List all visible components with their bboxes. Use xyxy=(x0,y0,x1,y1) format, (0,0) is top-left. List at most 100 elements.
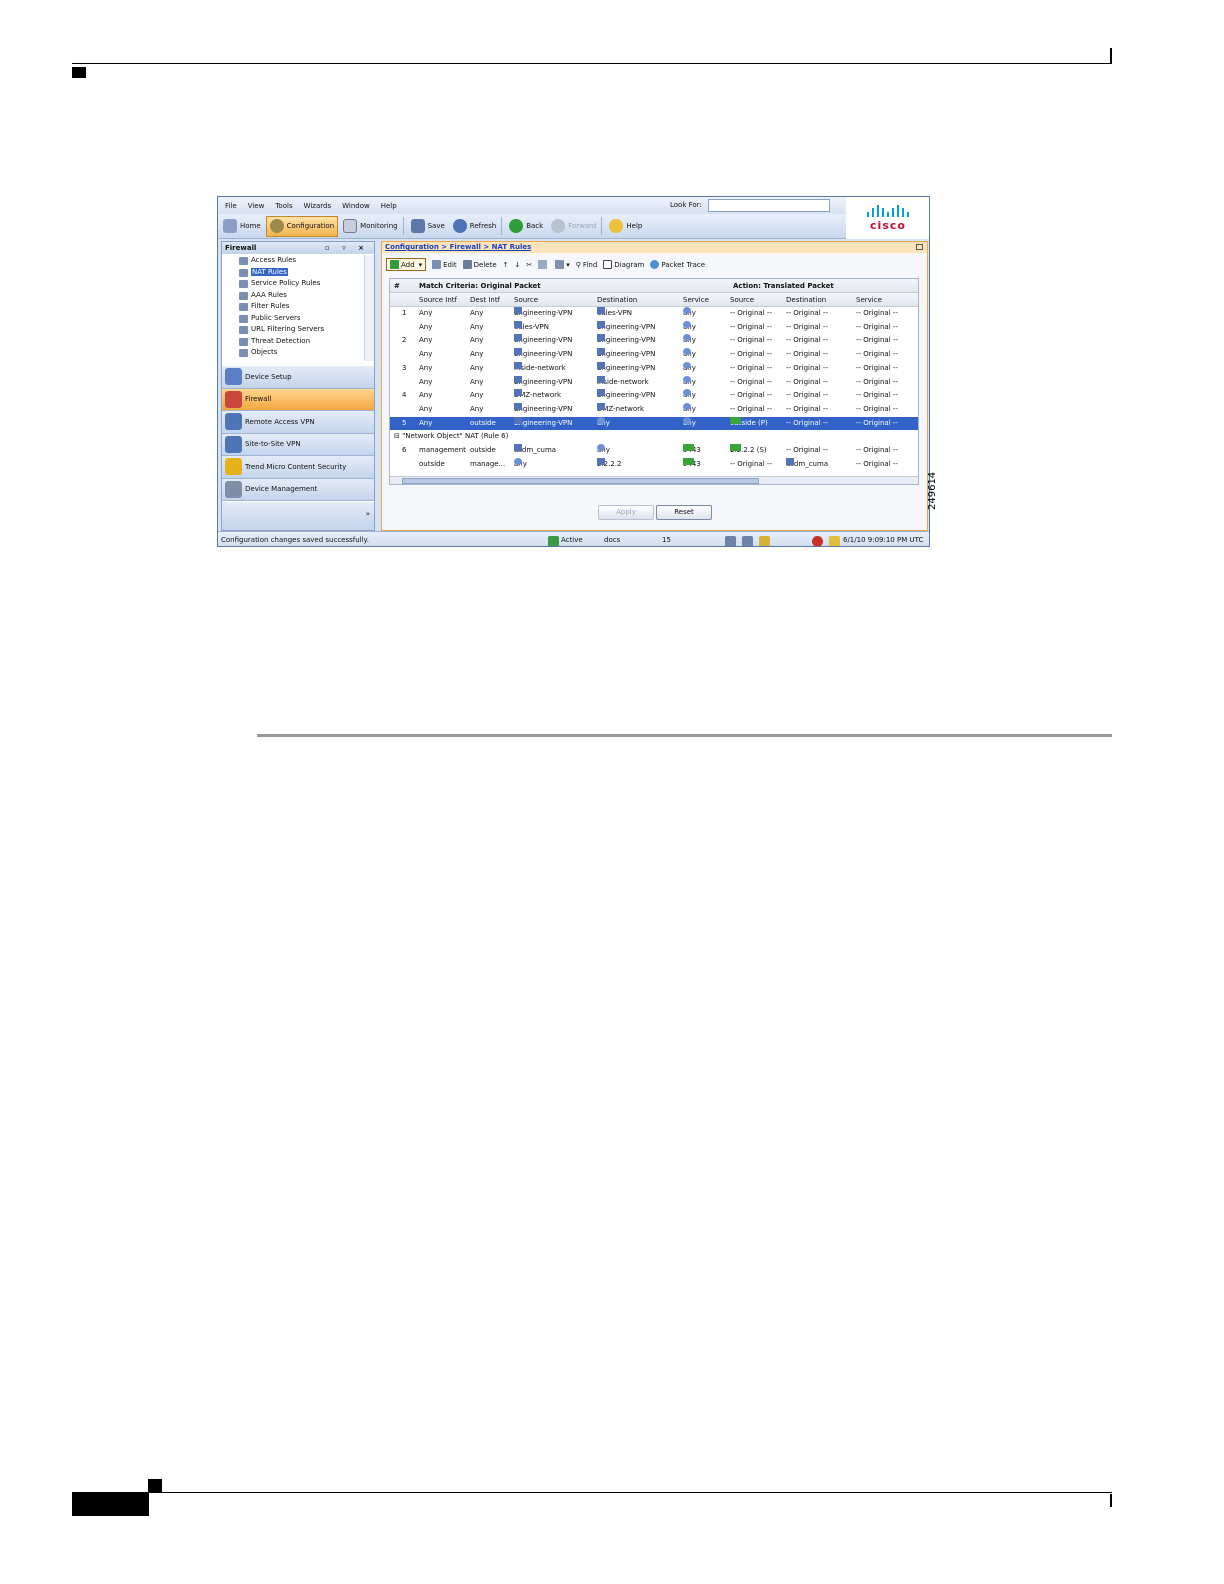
column-header[interactable]: Destination xyxy=(786,293,826,307)
table-group-row[interactable]: ⊟ "Network Object" NAT (Rule 6) xyxy=(390,430,918,444)
table-cell: 5443 xyxy=(683,444,729,458)
diagram-button[interactable]: Diagram xyxy=(603,260,644,269)
url-filter-icon xyxy=(239,326,248,334)
edit-button[interactable]: Edit xyxy=(432,260,457,269)
figure-number: 249614 xyxy=(927,471,938,510)
monitor-icon[interactable] xyxy=(725,536,736,546)
status-bar: Configuration changes saved successfully… xyxy=(218,531,929,546)
tree-item-threat-detection[interactable]: Threat Detection xyxy=(222,336,364,348)
add-button[interactable]: Add ▾ xyxy=(386,258,427,271)
nav-device-management[interactable]: Device Management xyxy=(222,478,374,501)
table-row[interactable]: AnyAnyEngineering-VPNDMZ-networkany-- Or… xyxy=(390,402,918,417)
table-horizontal-scrollbar[interactable] xyxy=(390,476,918,484)
column-header[interactable]: Destination xyxy=(597,293,637,307)
cisco-logo: cisco xyxy=(846,197,929,239)
table-cell: 5443 xyxy=(683,457,729,472)
table-cell: any xyxy=(683,307,729,321)
forward-button[interactable]: Forward xyxy=(548,216,599,237)
find-button[interactable]: ⚲ Find xyxy=(576,261,597,269)
delete-button[interactable]: Delete xyxy=(462,260,497,269)
tree-item-aaa-rules[interactable]: AAA Rules xyxy=(222,290,364,302)
back-button[interactable]: Back xyxy=(506,216,546,237)
save-button[interactable]: Save xyxy=(408,216,448,237)
column-header[interactable]: Source Intf xyxy=(419,293,457,307)
packet-trace-button[interactable]: Packet Trace xyxy=(650,260,705,269)
column-header[interactable]: Source xyxy=(514,293,538,307)
menu-file[interactable]: File xyxy=(225,202,237,210)
table-cell: outside xyxy=(470,418,496,427)
alert-icon[interactable] xyxy=(812,536,823,546)
tree-item-filter-rules[interactable]: Filter Rules xyxy=(222,301,364,313)
column-header[interactable]: Dest Intf xyxy=(470,293,500,307)
home-button[interactable]: Home xyxy=(220,216,264,237)
nav-remote-access-vpn[interactable]: Remote Access VPN xyxy=(222,411,374,434)
cisco-bars-icon xyxy=(867,204,909,217)
table-row[interactable]: 3AnyAnyinside-networkEngineering-VPNany-… xyxy=(390,361,918,376)
menu-wizards[interactable]: Wizards xyxy=(304,202,332,210)
breadcrumb[interactable]: Configuration > Firewall > NAT Rules xyxy=(382,242,927,253)
column-header[interactable]: Service xyxy=(683,293,709,307)
rule-number: 4 xyxy=(402,391,407,400)
column-number-header: # xyxy=(394,282,400,290)
menu-view[interactable]: View xyxy=(248,202,265,210)
copy-button[interactable] xyxy=(538,260,549,269)
move-down-button[interactable]: ↓ xyxy=(515,261,521,269)
table-row[interactable]: 1AnyAnyEngineering-VPNSales-VPNany-- Ori… xyxy=(390,307,918,321)
configuration-button[interactable]: Configuration xyxy=(265,215,339,237)
table-cell: Any xyxy=(470,391,484,400)
tree-item-service-policy-rules[interactable]: Service Policy Rules xyxy=(222,278,364,290)
maximize-icon[interactable] xyxy=(916,244,923,250)
network-object-icon xyxy=(786,457,794,465)
tree-item-nat-rules[interactable]: NAT Rules xyxy=(222,267,364,279)
table-row[interactable]: AnyAnyEngineering-VPNEngineering-VPNany-… xyxy=(390,348,918,362)
table-cell: any xyxy=(683,320,729,335)
table-cell: -- Original -- xyxy=(856,309,898,317)
monitoring-button[interactable]: Monitoring xyxy=(340,216,400,237)
cut-button[interactable]: ✂ xyxy=(526,261,532,269)
aaa-icon xyxy=(239,291,248,300)
move-up-button[interactable]: ↑ xyxy=(503,261,509,269)
refresh-button[interactable]: Refresh xyxy=(450,216,499,237)
tree-item-public-servers[interactable]: Public Servers xyxy=(222,313,364,325)
nav-trend-micro-content-security[interactable]: Trend Micro Content Security xyxy=(222,456,374,479)
username: docs xyxy=(604,536,621,544)
apply-button[interactable]: Apply xyxy=(598,505,654,520)
nav-firewall[interactable]: Firewall xyxy=(222,388,374,411)
menu-tools[interactable]: Tools xyxy=(275,202,292,210)
table-row[interactable]: 4AnyAnyDMZ-networkEngineering-VPNany-- O… xyxy=(390,389,918,403)
chart-icon[interactable] xyxy=(759,536,770,546)
table-row[interactable]: 6 management outside asdm_cuma any54432.2.2.… xyxy=(390,444,918,458)
save-status-icon[interactable] xyxy=(742,536,753,546)
menu-window[interactable]: Window xyxy=(342,202,370,210)
tree-scrollbar[interactable] xyxy=(364,255,374,361)
pane-controls-icon[interactable]: ▫ ▿ × xyxy=(325,242,369,254)
tcp-service-icon xyxy=(683,457,694,465)
table-cell: -- Original -- xyxy=(730,377,772,386)
help-button[interactable]: Help xyxy=(606,216,645,237)
table-row[interactable]: AnyAnyEngineering-VPNinside-networkany--… xyxy=(390,375,918,390)
table-row[interactable]: 5AnyoutsideEngineering-VPNanyanyoutside … xyxy=(390,416,918,431)
tree-item-objects[interactable]: Objects xyxy=(222,347,364,359)
look-for-input[interactable] xyxy=(708,199,830,212)
footer-marker xyxy=(148,1479,162,1492)
reset-button[interactable]: Reset xyxy=(656,505,712,520)
table-row[interactable]: outsidemanage...any2.2.2.25443-- Origina… xyxy=(390,457,918,472)
table-cell: any xyxy=(683,389,729,403)
network-object-icon xyxy=(597,402,605,410)
table-cell: -- Original -- xyxy=(786,391,828,400)
cisco-wordmark: cisco xyxy=(870,218,906,232)
column-header[interactable]: Service xyxy=(856,293,882,307)
table-row[interactable]: AnyAnySales-VPNEngineering-VPNany-- Orig… xyxy=(390,320,918,335)
paste-button[interactable]: ▾ xyxy=(555,260,570,269)
table-cell: DMZ-network xyxy=(514,389,562,400)
tree-item-url-filtering-servers[interactable]: URL Filtering Servers xyxy=(222,324,364,336)
tree-item-access-rules[interactable]: Access Rules xyxy=(222,255,364,267)
table-row[interactable]: 2 Any Any Engineering-VPN Engineering-VPN any… xyxy=(390,334,918,348)
column-header[interactable]: Source xyxy=(730,293,754,307)
lock-icon[interactable] xyxy=(829,536,840,546)
network-object-icon xyxy=(597,348,605,356)
menu-help[interactable]: Help xyxy=(381,202,397,210)
nav-site-to-site-vpn[interactable]: Site-to-Site VPN xyxy=(222,433,374,456)
nav-more-button[interactable]: » xyxy=(222,502,374,530)
nav-device-setup[interactable]: Device Setup xyxy=(222,366,374,389)
